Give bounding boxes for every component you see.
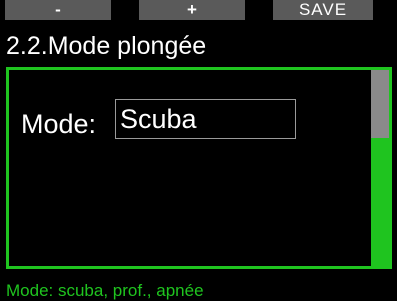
softkey-bar: - + SAVE <box>0 0 397 20</box>
help-text: Mode: scuba, prof., apnée <box>6 281 204 300</box>
minus-button[interactable]: - <box>5 0 111 20</box>
scrollbar-thumb[interactable] <box>371 70 389 138</box>
plus-button[interactable]: + <box>139 0 245 20</box>
mode-label: Mode: <box>21 109 97 139</box>
settings-panel: Mode: Scuba <box>6 67 392 269</box>
scrollbar[interactable] <box>371 70 389 266</box>
page-title: 2.2.Mode plongée <box>6 32 207 60</box>
mode-value-field[interactable]: Scuba <box>115 99 296 139</box>
save-button[interactable]: SAVE <box>273 0 373 20</box>
